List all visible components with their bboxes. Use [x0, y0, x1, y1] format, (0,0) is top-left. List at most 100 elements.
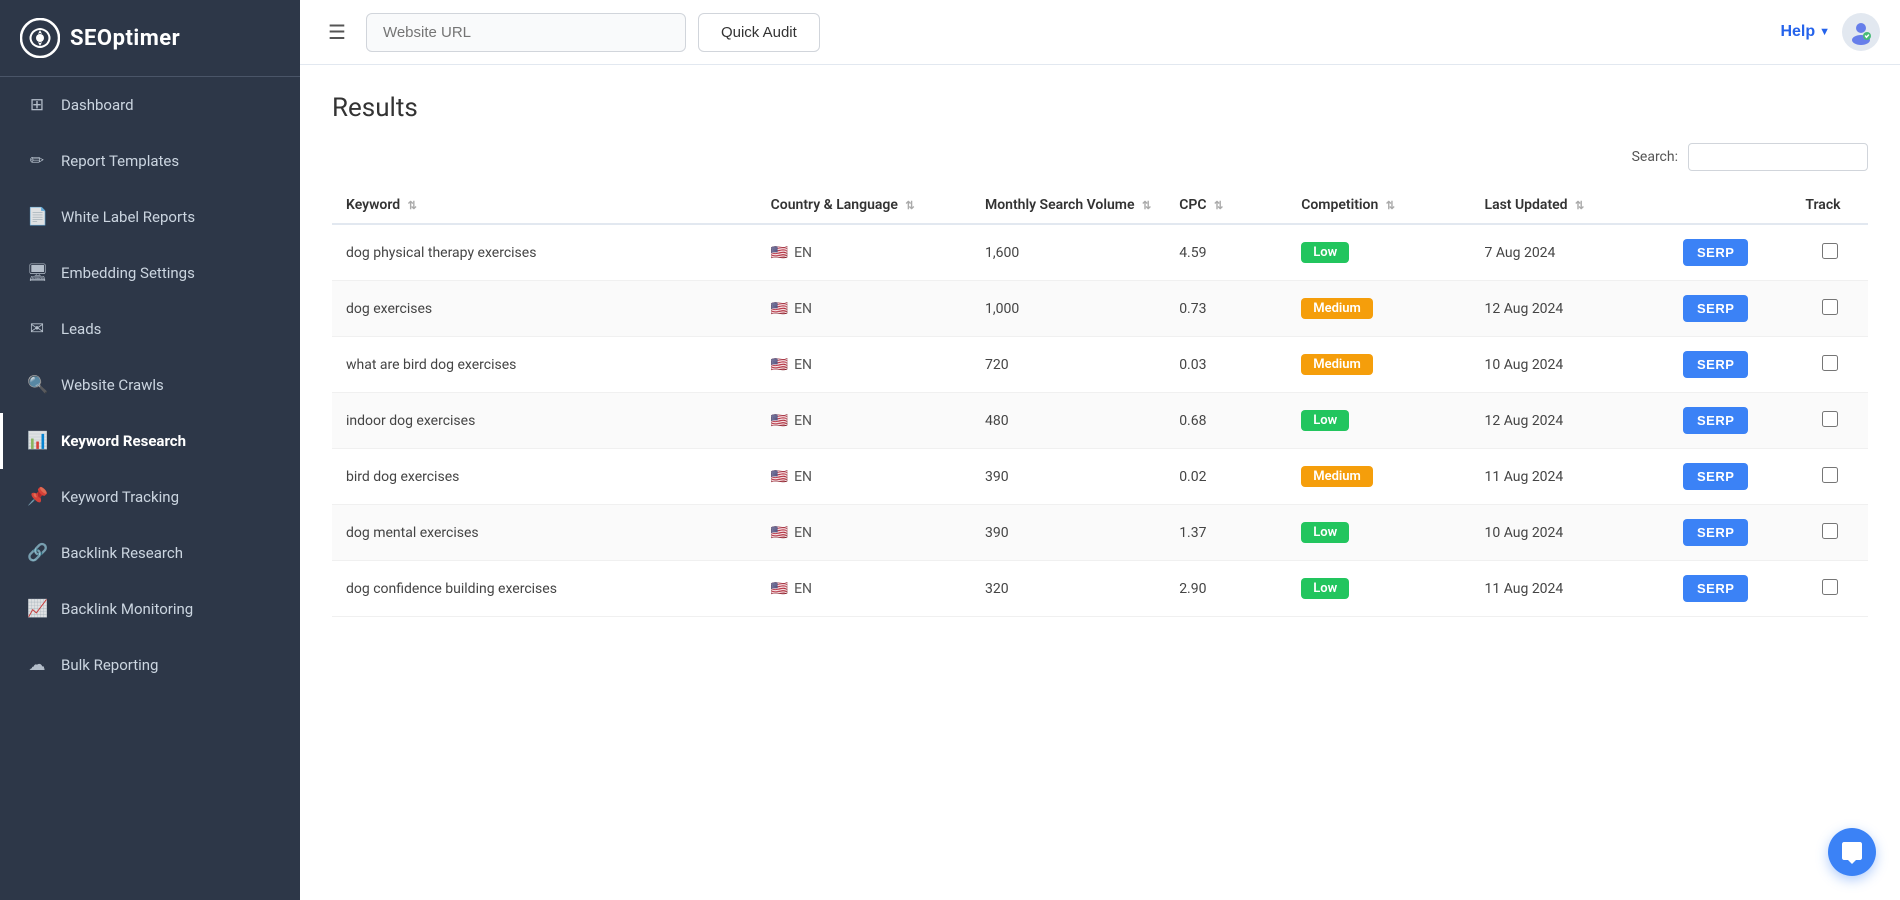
- cell-volume: 1,000: [971, 281, 1165, 337]
- track-checkbox[interactable]: [1822, 467, 1838, 483]
- cell-keyword: dog confidence building exercises: [332, 561, 757, 617]
- sidebar-icon-keyword-tracking: 📌: [27, 487, 47, 507]
- cell-serp: SERP: [1669, 393, 1791, 449]
- col-header-keyword[interactable]: Keyword ⇅: [332, 187, 757, 224]
- cell-competition: Low: [1287, 561, 1470, 617]
- sidebar-icon-report-templates: ✏: [27, 151, 47, 171]
- sidebar-label-website-crawls: Website Crawls: [61, 376, 164, 394]
- flag-icon: 🇺🇸: [771, 245, 788, 261]
- track-checkbox[interactable]: [1822, 523, 1838, 539]
- cell-competition: Medium: [1287, 281, 1470, 337]
- sidebar-item-report-templates[interactable]: ✏ Report Templates: [0, 133, 300, 189]
- serp-button[interactable]: SERP: [1683, 519, 1748, 546]
- cell-cpc: 1.37: [1165, 505, 1287, 561]
- col-header-cpc[interactable]: CPC ⇅: [1165, 187, 1287, 224]
- cell-cpc: 0.02: [1165, 449, 1287, 505]
- url-input[interactable]: [366, 13, 686, 52]
- cell-serp: SERP: [1669, 561, 1791, 617]
- sidebar-item-backlink-monitoring[interactable]: 📈 Backlink Monitoring: [0, 581, 300, 637]
- help-button[interactable]: Help ▼: [1780, 23, 1830, 41]
- col-header-competition[interactable]: Competition ⇅: [1287, 187, 1470, 224]
- track-checkbox[interactable]: [1822, 355, 1838, 371]
- cell-cpc: 4.59: [1165, 224, 1287, 281]
- cell-serp: SERP: [1669, 505, 1791, 561]
- sidebar-item-embedding-settings[interactable]: 🖥 Embedding Settings: [0, 245, 300, 301]
- sidebar-label-keyword-tracking: Keyword Tracking: [61, 488, 179, 506]
- table-row: what are bird dog exercises 🇺🇸 EN 720 0.…: [332, 337, 1868, 393]
- cell-cpc: 0.03: [1165, 337, 1287, 393]
- serp-button[interactable]: SERP: [1683, 351, 1748, 378]
- competition-badge: Low: [1301, 242, 1349, 263]
- sidebar-item-dashboard[interactable]: ⊞ Dashboard: [0, 77, 300, 133]
- cell-volume: 390: [971, 449, 1165, 505]
- col-header-volume[interactable]: Monthly Search Volume ⇅: [971, 187, 1165, 224]
- sidebar-item-keyword-tracking[interactable]: 📌 Keyword Tracking: [0, 469, 300, 525]
- track-checkbox[interactable]: [1822, 243, 1838, 259]
- hamburger-button[interactable]: ☰: [320, 16, 354, 49]
- sidebar-icon-backlink-research: 🔗: [27, 543, 47, 563]
- sidebar-item-leads[interactable]: ✉ Leads: [0, 301, 300, 357]
- lang-code: EN: [794, 301, 812, 317]
- col-header-updated[interactable]: Last Updated ⇅: [1471, 187, 1669, 224]
- sidebar-logo[interactable]: SEOptimer: [0, 0, 300, 76]
- track-checkbox[interactable]: [1822, 299, 1838, 315]
- cell-country: 🇺🇸 EN: [757, 449, 971, 505]
- cell-updated: 11 Aug 2024: [1471, 561, 1669, 617]
- sidebar-icon-bulk-reporting: ☁: [27, 655, 47, 675]
- cell-country: 🇺🇸 EN: [757, 505, 971, 561]
- cell-country: 🇺🇸 EN: [757, 337, 971, 393]
- serp-button[interactable]: SERP: [1683, 239, 1748, 266]
- user-avatar[interactable]: [1842, 13, 1880, 51]
- sort-icon-keyword: ⇅: [408, 199, 417, 212]
- cell-track: [1791, 281, 1868, 337]
- chat-button[interactable]: [1828, 828, 1876, 876]
- content-area: Results Search: Keyword ⇅ Country & Lang…: [300, 65, 1900, 900]
- table-header-row: Keyword ⇅ Country & Language ⇅ Monthly S…: [332, 187, 1868, 224]
- cell-track: [1791, 505, 1868, 561]
- cell-volume: 720: [971, 337, 1165, 393]
- cell-keyword: dog mental exercises: [332, 505, 757, 561]
- serp-button[interactable]: SERP: [1683, 575, 1748, 602]
- track-checkbox[interactable]: [1822, 411, 1838, 427]
- sidebar-item-website-crawls[interactable]: 🔍 Website Crawls: [0, 357, 300, 413]
- sidebar-label-bulk-reporting: Bulk Reporting: [61, 656, 158, 674]
- col-header-country[interactable]: Country & Language ⇅: [757, 187, 971, 224]
- cell-cpc: 0.73: [1165, 281, 1287, 337]
- cell-competition: Low: [1287, 224, 1470, 281]
- sidebar-item-bulk-reporting[interactable]: ☁ Bulk Reporting: [0, 637, 300, 693]
- sidebar-label-embedding-settings: Embedding Settings: [61, 264, 195, 282]
- topbar: ☰ Quick Audit Help ▼: [300, 0, 1900, 65]
- col-header-track: Track: [1791, 187, 1868, 224]
- sort-icon-competition: ⇅: [1386, 199, 1395, 212]
- serp-button[interactable]: SERP: [1683, 463, 1748, 490]
- sort-icon-volume: ⇅: [1142, 199, 1151, 212]
- flag-lang: 🇺🇸 EN: [771, 413, 957, 429]
- table-search-input[interactable]: [1688, 143, 1868, 171]
- sidebar-item-keyword-research[interactable]: 📊 Keyword Research: [0, 413, 300, 469]
- sidebar-label-report-templates: Report Templates: [61, 152, 179, 170]
- flag-icon: 🇺🇸: [771, 581, 788, 597]
- sidebar-item-white-label-reports[interactable]: 📄 White Label Reports: [0, 189, 300, 245]
- cell-updated: 12 Aug 2024: [1471, 393, 1669, 449]
- cell-volume: 1,600: [971, 224, 1165, 281]
- cell-competition: Low: [1287, 505, 1470, 561]
- cell-competition: Medium: [1287, 449, 1470, 505]
- search-bar-row: Search:: [332, 143, 1868, 171]
- sidebar-icon-leads: ✉: [27, 319, 47, 339]
- cell-volume: 390: [971, 505, 1165, 561]
- table-row: dog exercises 🇺🇸 EN 1,000 0.73 Medium 12…: [332, 281, 1868, 337]
- cell-competition: Low: [1287, 393, 1470, 449]
- cell-cpc: 2.90: [1165, 561, 1287, 617]
- cell-updated: 10 Aug 2024: [1471, 505, 1669, 561]
- search-label: Search:: [1632, 149, 1678, 165]
- main-content: ☰ Quick Audit Help ▼ Results Search:: [300, 0, 1900, 900]
- competition-badge: Low: [1301, 578, 1349, 599]
- serp-button[interactable]: SERP: [1683, 407, 1748, 434]
- serp-button[interactable]: SERP: [1683, 295, 1748, 322]
- quick-audit-button[interactable]: Quick Audit: [698, 13, 820, 52]
- sidebar-item-backlink-research[interactable]: 🔗 Backlink Research: [0, 525, 300, 581]
- sidebar-label-leads: Leads: [61, 320, 101, 338]
- lang-code: EN: [794, 469, 812, 485]
- track-checkbox[interactable]: [1822, 579, 1838, 595]
- flag-icon: 🇺🇸: [771, 357, 788, 373]
